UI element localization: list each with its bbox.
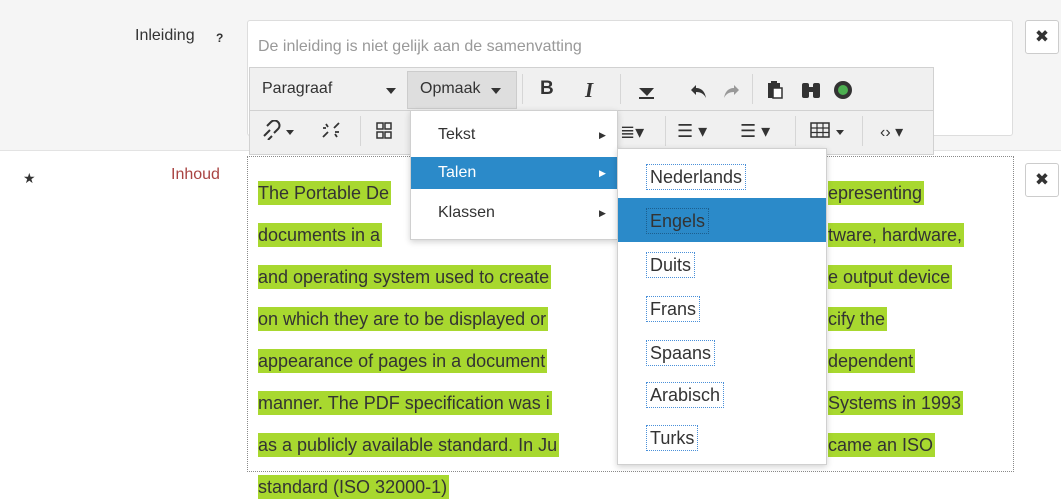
undo-icon[interactable] bbox=[690, 82, 708, 100]
unlink-icon[interactable] bbox=[320, 120, 342, 140]
editor-line-right: cify the bbox=[828, 307, 888, 331]
menu-item-label: Tekst bbox=[438, 126, 476, 143]
editor-line: documents in a bbox=[258, 223, 383, 247]
submenu-item-nederlands[interactable]: Nederlands bbox=[618, 153, 826, 197]
remove-inleiding-button[interactable]: ✖ bbox=[1025, 20, 1059, 54]
inleiding-placeholder: De inleiding is niet gelijk aan de samen… bbox=[258, 38, 582, 55]
format-dropdown-menu: Tekst ▶ Talen ▶ Klassen ▶ bbox=[410, 110, 619, 240]
chevron-down-icon bbox=[286, 130, 294, 135]
close-icon: ✖ bbox=[1034, 27, 1050, 46]
toolbar-separator bbox=[620, 74, 621, 104]
chevron-right-icon: ▶ bbox=[599, 130, 606, 140]
submenu-item-label: Duits bbox=[646, 252, 696, 278]
toolbar-separator bbox=[862, 116, 863, 146]
toolbar-separator bbox=[665, 116, 666, 146]
italic-icon[interactable]: I bbox=[585, 78, 593, 103]
paste-icon[interactable] bbox=[766, 80, 784, 100]
submenu-item-turks[interactable]: Turks bbox=[618, 415, 826, 459]
toolbar-separator bbox=[795, 116, 796, 146]
editor-line: and operating system used to create bbox=[258, 265, 552, 289]
paragraph-select[interactable]: Paragraaf bbox=[262, 80, 332, 98]
accessibility-icon[interactable] bbox=[833, 80, 853, 100]
chevron-down-icon bbox=[491, 88, 501, 94]
toolbar-separator bbox=[360, 116, 361, 146]
source-code-icon[interactable]: ‹› ▾ bbox=[880, 122, 903, 142]
menu-item-label: Klassen bbox=[438, 204, 495, 221]
menu-item-talen[interactable]: Talen ▶ bbox=[411, 157, 619, 189]
numbered-list-icon[interactable]: ☰ ▾ bbox=[740, 121, 770, 142]
editor-line: as a publicly available standard. In Ju bbox=[258, 433, 560, 457]
editor-line: appearance of pages in a document bbox=[258, 349, 548, 373]
format-menu-label: Opmaak bbox=[420, 80, 481, 97]
close-icon: ✖ bbox=[1034, 170, 1050, 189]
star-icon: ★ bbox=[23, 170, 36, 186]
editor-line-right: Systems in 1993 bbox=[828, 391, 964, 415]
submenu-item-label: Arabisch bbox=[646, 382, 725, 408]
link-icon[interactable] bbox=[260, 120, 282, 140]
remove-format-icon[interactable] bbox=[637, 82, 657, 100]
chevron-right-icon: ▶ bbox=[599, 208, 606, 218]
bold-icon[interactable]: B bbox=[540, 78, 554, 100]
editor-line-right: came an ISO bbox=[828, 433, 936, 457]
inleiding-label: Inleiding bbox=[135, 27, 195, 44]
chevron-right-icon: ▶ bbox=[599, 168, 606, 178]
menu-item-klassen[interactable]: Klassen ▶ bbox=[411, 197, 619, 229]
find-icon[interactable] bbox=[800, 80, 822, 100]
submenu-item-label: Spaans bbox=[646, 340, 716, 366]
chevron-down-icon bbox=[836, 130, 844, 135]
toolbar-separator bbox=[522, 74, 523, 104]
submenu-item-label: Turks bbox=[646, 425, 699, 451]
toolbar-separator bbox=[752, 74, 753, 104]
table-icon[interactable] bbox=[810, 122, 830, 138]
submenu-item-engels[interactable]: Engels bbox=[618, 198, 826, 242]
editor-line-right: tware, hardware, bbox=[828, 223, 965, 247]
editor-line: The Portable De bbox=[258, 181, 392, 205]
editor-line: on which they are to be displayed or bbox=[258, 307, 549, 331]
submenu-item-duits[interactable]: Duits bbox=[618, 242, 826, 286]
redo-icon[interactable] bbox=[722, 82, 740, 100]
remove-inhoud-button[interactable]: ✖ bbox=[1025, 163, 1059, 197]
editor-line-right: e output device bbox=[828, 265, 953, 289]
submenu-item-label: Nederlands bbox=[646, 164, 747, 190]
paragraph-select-label: Paragraaf bbox=[262, 80, 333, 97]
align-icon[interactable]: ≣▾ bbox=[620, 122, 644, 143]
submenu-item-spaans[interactable]: Spaans bbox=[618, 330, 826, 374]
editor-line: standard (ISO 32000-1) bbox=[258, 475, 450, 499]
anchor-icon[interactable] bbox=[376, 122, 392, 140]
submenu-item-frans[interactable]: Frans bbox=[618, 286, 826, 330]
submenu-item-arabisch[interactable]: Arabisch bbox=[618, 373, 826, 417]
submenu-item-label: Frans bbox=[646, 296, 701, 322]
editor-line-right: epresenting bbox=[828, 181, 925, 205]
chevron-down-icon bbox=[386, 88, 396, 94]
inhoud-label: Inhoud bbox=[171, 166, 220, 183]
help-icon[interactable]: ? bbox=[216, 31, 223, 45]
editor-line: manner. The PDF specification was i bbox=[258, 391, 552, 415]
editor-line-right: dependent bbox=[828, 349, 916, 373]
bullet-list-icon[interactable]: ☰ ▾ bbox=[677, 121, 707, 142]
languages-submenu: Nederlands Engels Duits Frans Spaans Ara… bbox=[617, 148, 827, 465]
menu-item-tekst[interactable]: Tekst ▶ bbox=[411, 119, 619, 151]
menu-item-label: Talen bbox=[438, 164, 477, 181]
submenu-item-label: Engels bbox=[646, 208, 710, 234]
